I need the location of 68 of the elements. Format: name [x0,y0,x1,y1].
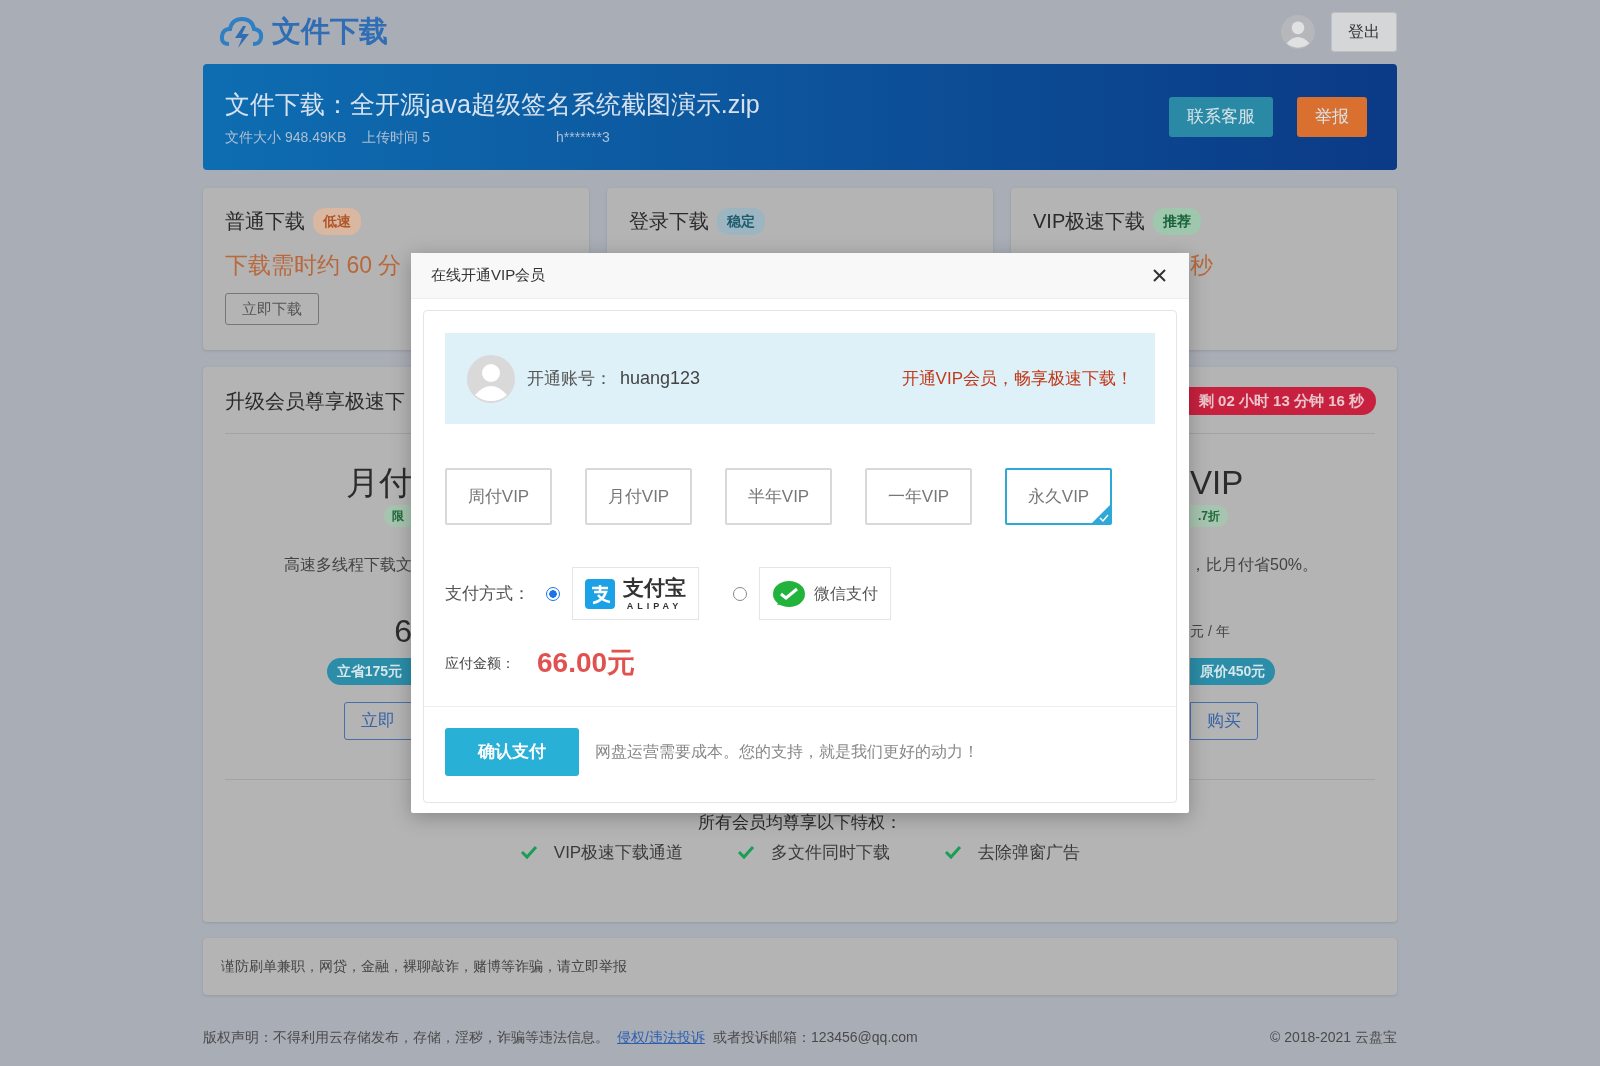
logo-text: 文件下载 [272,14,388,50]
benefit-text: 多文件同时下载 [771,841,891,864]
contact-email-text: 或者投诉邮箱：123456@qq.com [712,1028,918,1047]
discount-tag: 限 [384,505,412,527]
wechat-pay-option[interactable]: 微信支付 [759,567,891,620]
card-title: 普通下载 [225,209,305,234]
payment-label: 支付方式： [445,582,530,605]
alipay-option[interactable]: 支付宝 ALIPAY [572,567,699,620]
plan-option[interactable]: 周付VIP [445,468,552,525]
check-icon [737,844,756,861]
speed-tag: 低速 [313,207,361,235]
plan-option[interactable]: 月付VIP [585,468,692,525]
confirm-pay-button[interactable]: 确认支付 [445,728,579,776]
plan-price: 6 [394,612,412,651]
countdown-badge: 剩 02 小时 13 分钟 16 秒 [1186,386,1376,416]
copyright-text: © 2018-2021 云盘宝 [1269,1028,1397,1047]
plan-option[interactable]: 半年VIP [725,468,832,525]
plan-option[interactable]: 永久VIP [1005,468,1112,525]
close-icon [1152,268,1167,283]
support-note: 网盘运营需要成本。您的支持，就是我们更好的动力！ [595,742,979,762]
dialog-title: 在线开通VIP会员 [431,265,546,286]
file-meta: 上传时间 5 [362,128,431,148]
savings-badge: 立省175元 [326,657,412,685]
account-label: 开通账号： [527,367,612,390]
file-meta: h*******3 [556,128,610,148]
avatar-icon [1281,15,1315,49]
panel-title: 升级会员尊享极速下 [225,389,405,414]
report-button[interactable]: 举报 [1297,97,1367,137]
card-title: 登录下载 [629,209,709,234]
support-button[interactable]: 联系客服 [1169,97,1273,137]
amount-value: 66.00元 [537,646,636,680]
radio-button[interactable] [546,586,560,601]
account-name: huang123 [620,367,701,390]
plan-option[interactable]: 一年VIP [865,468,972,525]
alipay-name: 支付宝 [623,576,686,598]
promo-text: 开通VIP会员，畅享极速下载！ [901,367,1133,390]
benefit-text: 去除弹窗广告 [978,841,1081,864]
benefit-text: VIP极速下载通道 [553,841,684,864]
plan-description: 高速多线程下载文 [284,555,412,575]
buy-button[interactable]: 购买 [1190,702,1258,740]
logout-button[interactable]: 登出 [1331,12,1397,52]
file-meta: 文件大小 948.49KB [225,128,347,148]
speed-tag: 稳定 [717,207,765,235]
file-title: 文件下载：全开源java超级签名系统截图演示.zip [225,88,760,120]
plan-title: 月付 [346,465,412,499]
amount-label: 应付金额： [445,653,515,673]
wechat-pay-name: 微信支付 [814,583,878,604]
alipay-logo-icon [585,578,615,609]
plan-description: ，比月付省50%。 [1190,555,1319,575]
download-time-text: 下载需时约 60 分 [225,252,402,278]
price-unit: 元 / 年 [1190,621,1230,641]
check-icon [519,844,538,861]
complaint-link[interactable]: 侵权/违法投诉 [617,1027,705,1048]
alipay-subtitle: ALIPAY [626,601,683,611]
card-title: VIP极速下载 [1033,209,1146,234]
selected-check-icon [1092,505,1110,523]
avatar-icon [467,354,515,403]
check-icon [944,844,963,861]
copyright-statement: 版权声明：不得利用云存储发布，存储，淫秽，诈骗等违法信息。 [203,1028,609,1047]
benefits-title: 所有会员均尊享以下特权： [698,813,902,832]
download-button[interactable]: 立即下载 [225,292,319,325]
wechat-logo-icon [772,579,806,608]
plan-title: VIP [1190,465,1244,499]
speed-tag: 推荐 [1153,207,1202,235]
discount-tag: .7折 [1190,505,1228,527]
savings-badge: 原价450元 [1190,657,1276,685]
notice-text: 谨防刷单兼职，网贷，金融，裸聊敲诈，赌博等诈骗，请立即举报 [221,957,627,976]
download-time-text: 秒 [1190,252,1213,278]
